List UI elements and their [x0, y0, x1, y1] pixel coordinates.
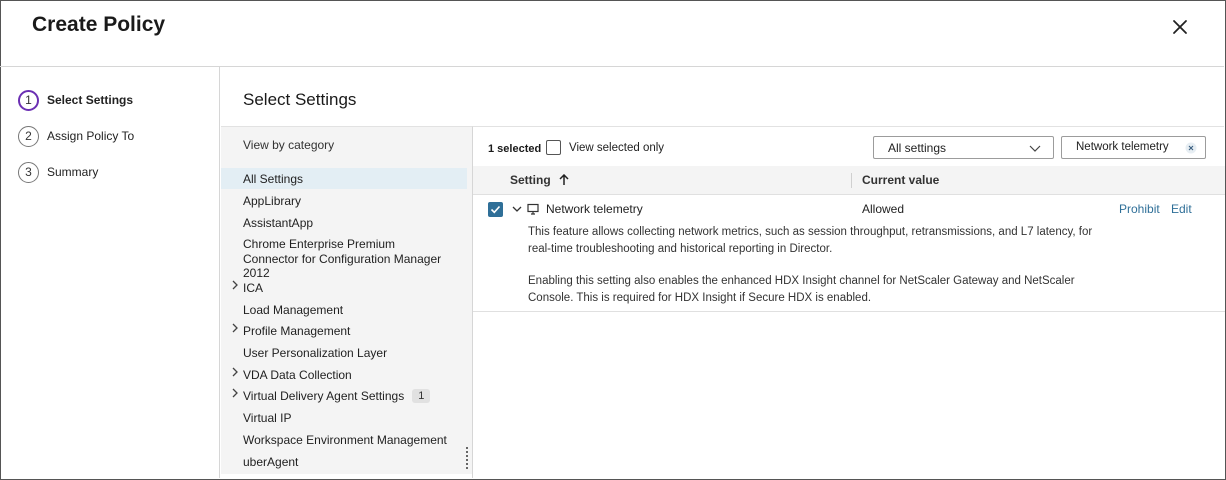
- search-chip[interactable]: Network telemetry: [1061, 136, 1206, 159]
- chevron-right-icon[interactable]: [231, 388, 239, 398]
- search-chip-label: Network telemetry: [1076, 141, 1169, 153]
- wizard-step-select-settings[interactable]: 1 Select Settings: [18, 89, 133, 111]
- step-label: Summary: [47, 165, 99, 179]
- view-by-category-label: View by category: [243, 138, 335, 152]
- dialog-title: Create Policy: [32, 13, 166, 36]
- step-number: 1: [18, 89, 39, 111]
- category-item-assistantapp[interactable]: AssistantApp: [221, 212, 467, 233]
- setting-description: This feature allows collecting network m…: [528, 224, 1108, 306]
- chevron-down-icon: [1029, 145, 1041, 152]
- category-item-profile-management[interactable]: Profile Management: [221, 320, 467, 341]
- category-item-virtual-ip[interactable]: Virtual IP: [221, 407, 467, 428]
- chevron-right-icon[interactable]: [231, 367, 239, 377]
- category-label: Load Management: [243, 302, 344, 317]
- step-number: 2: [18, 125, 39, 147]
- setting-name: Network telemetry: [546, 202, 643, 216]
- category-item-load-management[interactable]: Load Management: [221, 299, 467, 320]
- chevron-right-icon[interactable]: [231, 323, 239, 333]
- category-item-connector-config-manager[interactable]: Connector for Configuration Manager 2012: [221, 252, 467, 280]
- settings-main-panel: 1 selected View selected only All settin…: [472, 126, 1225, 478]
- category-item-user-personalization-layer[interactable]: User Personalization Layer: [221, 342, 467, 363]
- dialog-header: Create Policy: [0, 0, 1224, 67]
- category-label: User Personalization Layer: [243, 345, 388, 360]
- category-panel: View by category All Settings AppLibrary…: [221, 126, 472, 474]
- step-label: Assign Policy To: [47, 129, 135, 143]
- category-label: Virtual Delivery Agent Settings: [243, 388, 405, 403]
- monitor-icon: [527, 203, 539, 215]
- category-item-applibrary[interactable]: AppLibrary: [221, 190, 467, 211]
- category-label: uberAgent: [243, 454, 299, 469]
- wizard-step-assign-policy[interactable]: 2 Assign Policy To: [18, 125, 134, 147]
- category-label: Profile Management: [243, 323, 351, 338]
- count-badge: 1: [412, 388, 431, 403]
- table-row: Network telemetry Allowed Prohibit Edit …: [473, 195, 1225, 312]
- column-header-label: Setting: [510, 173, 551, 187]
- category-item-uberagent[interactable]: uberAgent: [221, 451, 467, 472]
- category-label: Workspace Environment Management: [243, 432, 447, 447]
- wizard-steps: 1 Select Settings 2 Assign Policy To 3 S…: [0, 67, 220, 478]
- clear-icon[interactable]: [1185, 142, 1197, 154]
- chevron-down-icon[interactable]: [512, 204, 522, 214]
- description-paragraph: Enabling this setting also enables the e…: [528, 275, 1075, 304]
- category-item-workspace-environment-management[interactable]: Workspace Environment Management: [221, 429, 467, 450]
- table-header: Setting Current value: [473, 166, 1225, 195]
- more-vertical-icon[interactable]: [465, 447, 469, 469]
- column-divider: [851, 173, 852, 188]
- description-paragraph: This feature allows collecting network m…: [528, 226, 1093, 255]
- view-selected-only-label: View selected only: [569, 141, 665, 154]
- view-selected-only-checkbox[interactable]: [546, 140, 561, 155]
- close-icon[interactable]: [1168, 15, 1192, 39]
- category-item-virtual-delivery-agent-settings[interactable]: Virtual Delivery Agent Settings 1: [221, 385, 467, 406]
- sort-ascending-icon[interactable]: [559, 174, 569, 186]
- chevron-right-icon[interactable]: [231, 280, 239, 290]
- category-label: Chrome Enterprise Premium: [243, 236, 396, 251]
- settings-filter-dropdown[interactable]: All settings: [873, 136, 1054, 159]
- dropdown-value: All settings: [888, 141, 947, 155]
- step-label: Select Settings: [47, 93, 134, 107]
- edit-link[interactable]: Edit: [1171, 202, 1192, 216]
- setting-current-value: Allowed: [862, 202, 905, 216]
- section-title: Select Settings: [243, 90, 357, 109]
- category-label: Connector for Configuration Manager 2012: [243, 251, 442, 280]
- prohibit-link[interactable]: Prohibit: [1119, 202, 1160, 216]
- view-selected-only-toggle[interactable]: View selected only: [546, 140, 664, 155]
- row-checkbox[interactable]: [488, 202, 503, 217]
- wizard-step-summary[interactable]: 3 Summary: [18, 161, 98, 183]
- category-item-vda-data-collection[interactable]: VDA Data Collection: [221, 364, 467, 385]
- category-label: Virtual IP: [243, 410, 292, 425]
- step-number: 3: [18, 161, 39, 183]
- category-label: AppLibrary: [243, 193, 302, 208]
- category-item-all-settings[interactable]: All Settings: [221, 168, 467, 189]
- column-header-setting[interactable]: Setting: [510, 173, 569, 187]
- category-label: AssistantApp: [243, 215, 314, 230]
- column-header-current-value[interactable]: Current value: [862, 173, 939, 187]
- category-label: ICA: [243, 280, 264, 295]
- category-label: All Settings: [243, 171, 304, 186]
- category-label: VDA Data Collection: [243, 367, 352, 382]
- selected-count: 1 selected: [488, 143, 542, 155]
- category-item-ica[interactable]: ICA: [221, 277, 467, 298]
